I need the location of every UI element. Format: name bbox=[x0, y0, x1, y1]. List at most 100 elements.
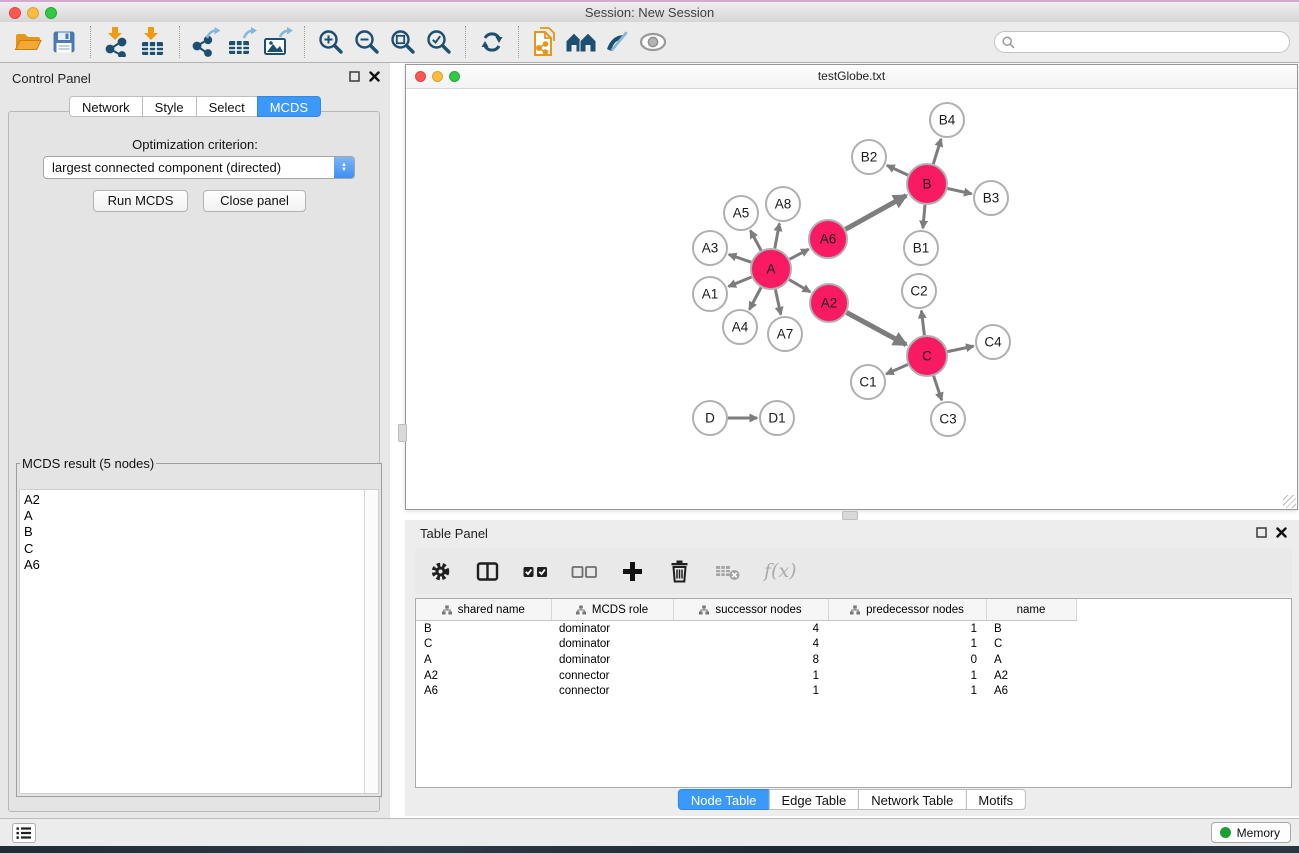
zoom-out-icon[interactable] bbox=[349, 24, 385, 60]
graph-node-label: B2 bbox=[861, 150, 878, 165]
graph-edge[interactable] bbox=[846, 196, 907, 230]
col-mcds-role[interactable]: MCDS role bbox=[551, 599, 673, 621]
graph-node-label: A7 bbox=[777, 327, 794, 342]
col-successor-nodes[interactable]: successor nodes bbox=[673, 599, 828, 621]
graph-edge[interactable] bbox=[775, 290, 780, 315]
unselect-all-columns-button[interactable] bbox=[571, 559, 598, 584]
run-mcds-button[interactable]: Run MCDS bbox=[93, 190, 188, 212]
add-column-button[interactable] bbox=[620, 559, 645, 584]
float-table-panel-icon[interactable] bbox=[1256, 527, 1267, 538]
optimization-criterion-select[interactable]: largest connected component (directed) ▲… bbox=[43, 156, 355, 179]
refresh-layout-icon[interactable] bbox=[474, 24, 510, 60]
tab-motifs[interactable]: Motifs bbox=[965, 789, 1026, 810]
import-network-glyph bbox=[103, 27, 131, 57]
graph-edge[interactable] bbox=[934, 376, 942, 400]
search-input[interactable] bbox=[1019, 34, 1273, 50]
open-session-icon[interactable] bbox=[10, 24, 46, 60]
graph-edge[interactable] bbox=[750, 231, 761, 251]
window-resize-grip[interactable] bbox=[1283, 495, 1296, 508]
col-filler bbox=[1076, 599, 1291, 621]
table-row[interactable]: A2connector11A2 bbox=[416, 668, 1291, 684]
export-table-icon[interactable] bbox=[224, 24, 260, 60]
graph-edge[interactable] bbox=[921, 311, 924, 336]
tab-mcds[interactable]: MCDS bbox=[257, 96, 321, 117]
graph-edge[interactable] bbox=[933, 139, 941, 164]
graph-edge[interactable] bbox=[775, 224, 780, 249]
table-row[interactable]: Adominator80A bbox=[416, 652, 1291, 668]
mcds-result-item[interactable]: A6 bbox=[24, 557, 378, 573]
zoom-in-icon[interactable] bbox=[313, 24, 349, 60]
export-network-icon[interactable] bbox=[188, 24, 224, 60]
graph-edge[interactable] bbox=[790, 249, 809, 259]
tab-style[interactable]: Style bbox=[142, 96, 197, 117]
import-table-icon[interactable] bbox=[135, 24, 171, 60]
mcds-result-item[interactable]: A2 bbox=[24, 492, 378, 508]
function-builder-button[interactable]: f(x) bbox=[764, 560, 797, 582]
optimization-criterion-label: Optimization criterion: bbox=[0, 137, 390, 152]
home-icon[interactable] bbox=[563, 24, 599, 60]
zoom-selected-icon[interactable] bbox=[421, 24, 457, 60]
graph-edge[interactable] bbox=[729, 255, 751, 263]
hide-graphics-details-icon[interactable] bbox=[599, 24, 635, 60]
show-hide-panel-eye-icon[interactable] bbox=[635, 24, 671, 60]
delete-columns-button[interactable] bbox=[667, 559, 692, 584]
graph-edge[interactable] bbox=[948, 346, 974, 352]
save-session-icon[interactable] bbox=[46, 24, 82, 60]
tab-network-table[interactable]: Network Table bbox=[858, 789, 966, 810]
mcds-result-list[interactable]: A2ABCA6 bbox=[19, 489, 379, 794]
titlebar: Session: New Session bbox=[0, 0, 1299, 22]
tab-edge-table[interactable]: Edge Table bbox=[768, 789, 859, 810]
horizontal-splitter-grip[interactable] bbox=[842, 511, 858, 520]
mcds-result-item[interactable]: A bbox=[24, 508, 378, 524]
network-graph[interactable]: B4B2BB3A5A8A6B1A3AA1A2C2A4A7C4CC1C3DD1 bbox=[406, 88, 1297, 509]
open-ndex-icon[interactable] bbox=[527, 24, 563, 60]
col-shared-name[interactable]: shared name bbox=[416, 599, 551, 621]
search-field[interactable] bbox=[994, 31, 1290, 53]
memory-button[interactable]: Memory bbox=[1211, 822, 1291, 843]
table-panel: Table Panel bbox=[405, 520, 1299, 816]
col-name[interactable]: name bbox=[986, 599, 1076, 621]
close-panel-button[interactable]: Close panel bbox=[203, 190, 306, 212]
graph-edge[interactable] bbox=[749, 288, 761, 310]
table-options-button[interactable] bbox=[428, 559, 453, 584]
attribute-type-icon bbox=[850, 605, 860, 615]
table-row[interactable]: Bdominator41B bbox=[416, 621, 1291, 637]
network-canvas[interactable]: B4B2BB3A5A8A6B1A3AA1A2C2A4A7C4CC1C3DD1 bbox=[406, 88, 1297, 509]
select-all-columns-button[interactable] bbox=[522, 559, 549, 584]
mcds-list-scrollbar[interactable] bbox=[364, 490, 378, 793]
mcds-result-item[interactable]: B bbox=[24, 524, 378, 540]
export-image-icon[interactable] bbox=[260, 24, 296, 60]
graph-node-label: B4 bbox=[939, 113, 956, 128]
zoom-fit-icon[interactable] bbox=[385, 24, 421, 60]
col-predecessor-nodes[interactable]: predecessor nodes bbox=[828, 599, 986, 621]
graph-edge[interactable] bbox=[886, 365, 908, 375]
tab-network[interactable]: Network bbox=[69, 96, 143, 117]
zoom-fit-glyph bbox=[390, 29, 416, 55]
tab-node-table[interactable]: Node Table bbox=[678, 789, 770, 810]
delete-table-button[interactable] bbox=[714, 559, 742, 583]
graph-node-label: A6 bbox=[820, 232, 837, 247]
window-title: Session: New Session bbox=[0, 5, 1299, 20]
float-panel-icon[interactable] bbox=[349, 71, 360, 82]
import-network-icon[interactable] bbox=[99, 24, 135, 60]
show-columns-button[interactable] bbox=[475, 559, 500, 584]
graph-edge[interactable] bbox=[923, 205, 925, 228]
table-row[interactable]: A6connector11A6 bbox=[416, 683, 1291, 699]
graph-edge[interactable] bbox=[887, 165, 908, 175]
tab-select[interactable]: Select bbox=[196, 96, 258, 117]
network-window-titlebar[interactable]: testGlobe.txt bbox=[406, 65, 1297, 89]
attribute-type-icon bbox=[576, 605, 586, 615]
mcds-result-item[interactable]: C bbox=[24, 541, 378, 557]
floppy-icon bbox=[52, 30, 76, 54]
graph-node-label: B bbox=[922, 177, 931, 192]
table-row[interactable]: Cdominator41C bbox=[416, 637, 1291, 653]
graph-edge[interactable] bbox=[728, 277, 751, 287]
task-history-button[interactable] bbox=[12, 823, 36, 843]
close-table-panel-icon[interactable] bbox=[1276, 527, 1287, 538]
graph-edge[interactable] bbox=[948, 189, 972, 194]
graph-edge[interactable] bbox=[789, 280, 810, 292]
graph-edge[interactable] bbox=[847, 313, 907, 345]
vertical-splitter-grip[interactable] bbox=[398, 424, 407, 442]
application-window: Session: New Session bbox=[0, 0, 1299, 853]
close-panel-icon[interactable] bbox=[369, 71, 380, 82]
